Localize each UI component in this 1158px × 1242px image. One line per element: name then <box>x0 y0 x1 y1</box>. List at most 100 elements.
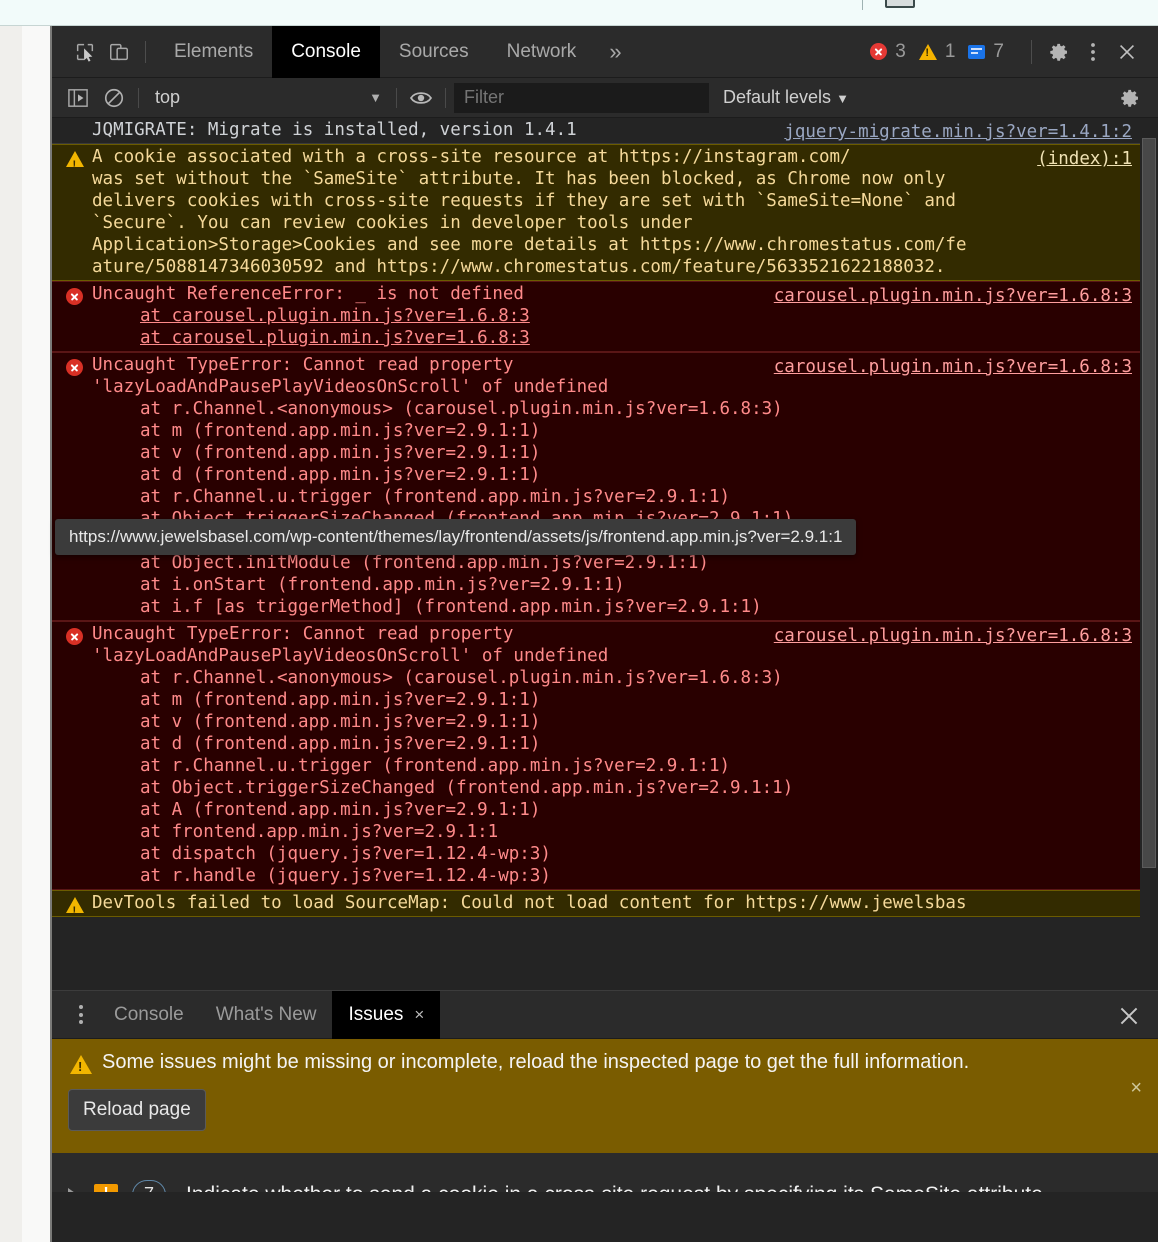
console-message-error[interactable]: Uncaught TypeError: Cannot read property… <box>52 352 1158 621</box>
stack-frame[interactable]: at d (frontend.app.min.js?ver=2.9.1:1) <box>92 464 1132 486</box>
more-options-icon[interactable] <box>1076 37 1110 67</box>
drawer-tab-issues-label: Issues <box>348 991 403 1039</box>
warning-count[interactable]: 1 <box>919 41 956 63</box>
console-message-source-link[interactable]: (index):1 <box>1037 148 1132 170</box>
stack-frame[interactable]: at r.handle (jquery.js?ver=1.12.4-wp:3) <box>92 865 1132 887</box>
drawer-tab-whats-new[interactable]: What's New <box>200 991 333 1039</box>
error-icon <box>870 43 887 60</box>
live-expression-icon[interactable] <box>403 84 439 112</box>
more-options-icon[interactable] <box>64 998 98 1032</box>
console-settings-gear-icon[interactable] <box>1112 84 1148 112</box>
console-sidebar-icon[interactable] <box>60 84 96 112</box>
stack-frame[interactable]: at r.Channel.u.trigger (frontend.app.min… <box>92 755 1132 777</box>
console-message-source-link[interactable]: carousel.plugin.min.js?ver=1.6.8:3 <box>774 285 1132 307</box>
filter-input-wrapper[interactable] <box>454 83 709 113</box>
more-tabs-button[interactable]: » <box>595 26 635 78</box>
error-icon <box>66 628 83 645</box>
stack-frame[interactable]: at Object.triggerSizeChanged (frontend.a… <box>92 777 1132 799</box>
chevron-down-icon: ▼ <box>836 91 849 106</box>
stack-frame[interactable]: at dispatch (jquery.js?ver=1.12.4-wp:3) <box>92 843 1132 865</box>
error-count[interactable]: 3 <box>870 41 906 63</box>
inspect-element-icon[interactable] <box>68 37 102 67</box>
console-scrollbar-track[interactable] <box>1140 118 1158 1041</box>
stack-frame[interactable]: at v (frontend.app.min.js?ver=2.9.1:1) <box>92 711 1132 733</box>
tab-network[interactable]: Network <box>488 26 596 78</box>
execution-context-selector[interactable]: top ▼ <box>145 84 390 112</box>
info-message-icon <box>968 45 985 59</box>
console-message-source-link[interactable]: jquery-migrate.min.js?ver=1.4.1:2 <box>784 121 1132 143</box>
log-levels-value: Default levels <box>723 87 831 107</box>
reload-page-button[interactable]: Reload page <box>68 1089 206 1131</box>
console-message-text: Uncaught ReferenceError: _ is not define… <box>92 284 524 304</box>
tab-elements[interactable]: Elements <box>155 26 272 78</box>
other-bookmarks-folder-icon[interactable] <box>885 0 915 8</box>
console-message-text: DevTools failed to load SourceMap: Could… <box>92 893 966 913</box>
stack-frame[interactable]: at m (frontend.app.min.js?ver=2.9.1:1) <box>92 689 1132 711</box>
filter-input[interactable] <box>464 87 699 108</box>
warning-icon <box>66 897 84 913</box>
console-message-text: JQMIGRATE: Migrate is installed, version… <box>92 120 577 140</box>
stack-frame[interactable]: at carousel.plugin.min.js?ver=1.6.8:3 <box>92 327 1132 349</box>
other-bookmarks-label[interactable]: Other Bookmarks <box>928 0 1076 6</box>
console-message-source-link[interactable]: carousel.plugin.min.js?ver=1.6.8:3 <box>774 625 1132 647</box>
info-count-value: 7 <box>993 41 1004 63</box>
console-message-list[interactable]: JQMIGRATE: Migrate is installed, version… <box>52 118 1158 1041</box>
console-toolbar-divider-2 <box>396 88 397 108</box>
stack-frame[interactable]: at Object.initModule (frontend.app.min.j… <box>92 552 1132 574</box>
error-icon <box>66 288 83 305</box>
link-url-tooltip: https://www.jewelsbasel.com/wp-content/t… <box>55 519 856 555</box>
console-toolbar-divider-1 <box>138 88 139 108</box>
console-message-warning[interactable]: DevTools failed to load SourceMap: Could… <box>52 890 1158 917</box>
tab-sources[interactable]: Sources <box>380 26 488 78</box>
drawer-tab-console[interactable]: Console <box>98 991 200 1039</box>
stack-frame[interactable]: at frontend.app.min.js?ver=2.9.1:1 <box>92 821 1132 843</box>
info-count[interactable]: 7 <box>968 41 1004 63</box>
console-message-source-link[interactable]: carousel.plugin.min.js?ver=1.6.8:3 <box>774 356 1132 378</box>
console-message-warning[interactable]: A cookie associated with a cross-site re… <box>52 144 1158 281</box>
stack-frame[interactable]: at i.onStart (frontend.app.min.js?ver=2.… <box>92 574 1132 596</box>
console-toolbar: top ▼ Default levels ▼ <box>52 78 1158 118</box>
console-message-log[interactable]: JQMIGRATE: Migrate is installed, version… <box>52 118 1158 144</box>
warning-count-value: 1 <box>945 41 956 63</box>
bookmark-separator <box>862 0 863 10</box>
stack-frame[interactable]: at A (frontend.app.min.js?ver=2.9.1:1) <box>92 799 1132 821</box>
tabbar-divider <box>145 41 146 63</box>
drawer-tab-issues[interactable]: Issues × <box>332 991 440 1039</box>
stack-frame[interactable]: at carousel.plugin.min.js?ver=1.6.8:3 <box>92 305 1132 327</box>
stack-frame[interactable]: at i.f [as triggerMethod] (frontend.app.… <box>92 596 1132 618</box>
devtools-drawer: Console What's New Issues × Some issues … <box>52 990 1158 1242</box>
console-message-error[interactable]: Uncaught ReferenceError: _ is not define… <box>52 281 1158 352</box>
execution-context-value: top <box>155 87 180 108</box>
device-toolbar-icon[interactable] <box>102 37 136 67</box>
warning-icon <box>919 44 937 60</box>
close-icon[interactable] <box>1110 37 1144 67</box>
drawer-tabbar: Console What's New Issues × <box>52 991 1158 1039</box>
tabbar-divider-right <box>1031 40 1032 64</box>
console-message-text: A cookie associated with a cross-site re… <box>92 147 966 277</box>
issues-banner-text: Some issues might be missing or incomple… <box>102 1051 969 1074</box>
close-icon[interactable]: × <box>1130 1077 1142 1100</box>
stack-frame[interactable]: at r.Channel.<anonymous> (carousel.plugi… <box>92 667 1132 689</box>
chevron-down-icon: ▼ <box>369 90 382 105</box>
stack-frame[interactable]: at m (frontend.app.min.js?ver=2.9.1:1) <box>92 420 1132 442</box>
devtools-window: Elements Console Sources Network » 3 1 7 <box>52 26 1158 1242</box>
stack-frame[interactable]: at d (frontend.app.min.js?ver=2.9.1:1) <box>92 733 1132 755</box>
console-toolbar-divider-3 <box>445 88 446 108</box>
tab-console[interactable]: Console <box>272 26 380 78</box>
log-levels-selector[interactable]: Default levels ▼ <box>723 87 849 108</box>
error-icon <box>66 359 83 376</box>
gear-icon[interactable] <box>1042 37 1076 67</box>
stack-frame[interactable]: at v (frontend.app.min.js?ver=2.9.1:1) <box>92 442 1132 464</box>
console-message-text: Uncaught TypeError: Cannot read property… <box>92 624 608 666</box>
clear-console-icon[interactable] <box>96 84 132 112</box>
drawer-empty-area <box>52 1192 1158 1242</box>
stack-frame[interactable]: at r.Channel.<anonymous> (carousel.plugi… <box>92 398 1132 420</box>
close-icon[interactable]: × <box>414 991 424 1039</box>
error-count-value: 3 <box>895 41 906 63</box>
stack-frame[interactable]: at r.Channel.u.trigger (frontend.app.min… <box>92 486 1132 508</box>
devtools-tabbar: Elements Console Sources Network » 3 1 7 <box>52 26 1158 78</box>
close-icon[interactable] <box>1116 1003 1142 1029</box>
console-message-error[interactable]: Uncaught TypeError: Cannot read property… <box>52 621 1158 890</box>
console-scrollbar-thumb[interactable] <box>1142 138 1156 868</box>
warning-icon <box>70 1055 92 1074</box>
